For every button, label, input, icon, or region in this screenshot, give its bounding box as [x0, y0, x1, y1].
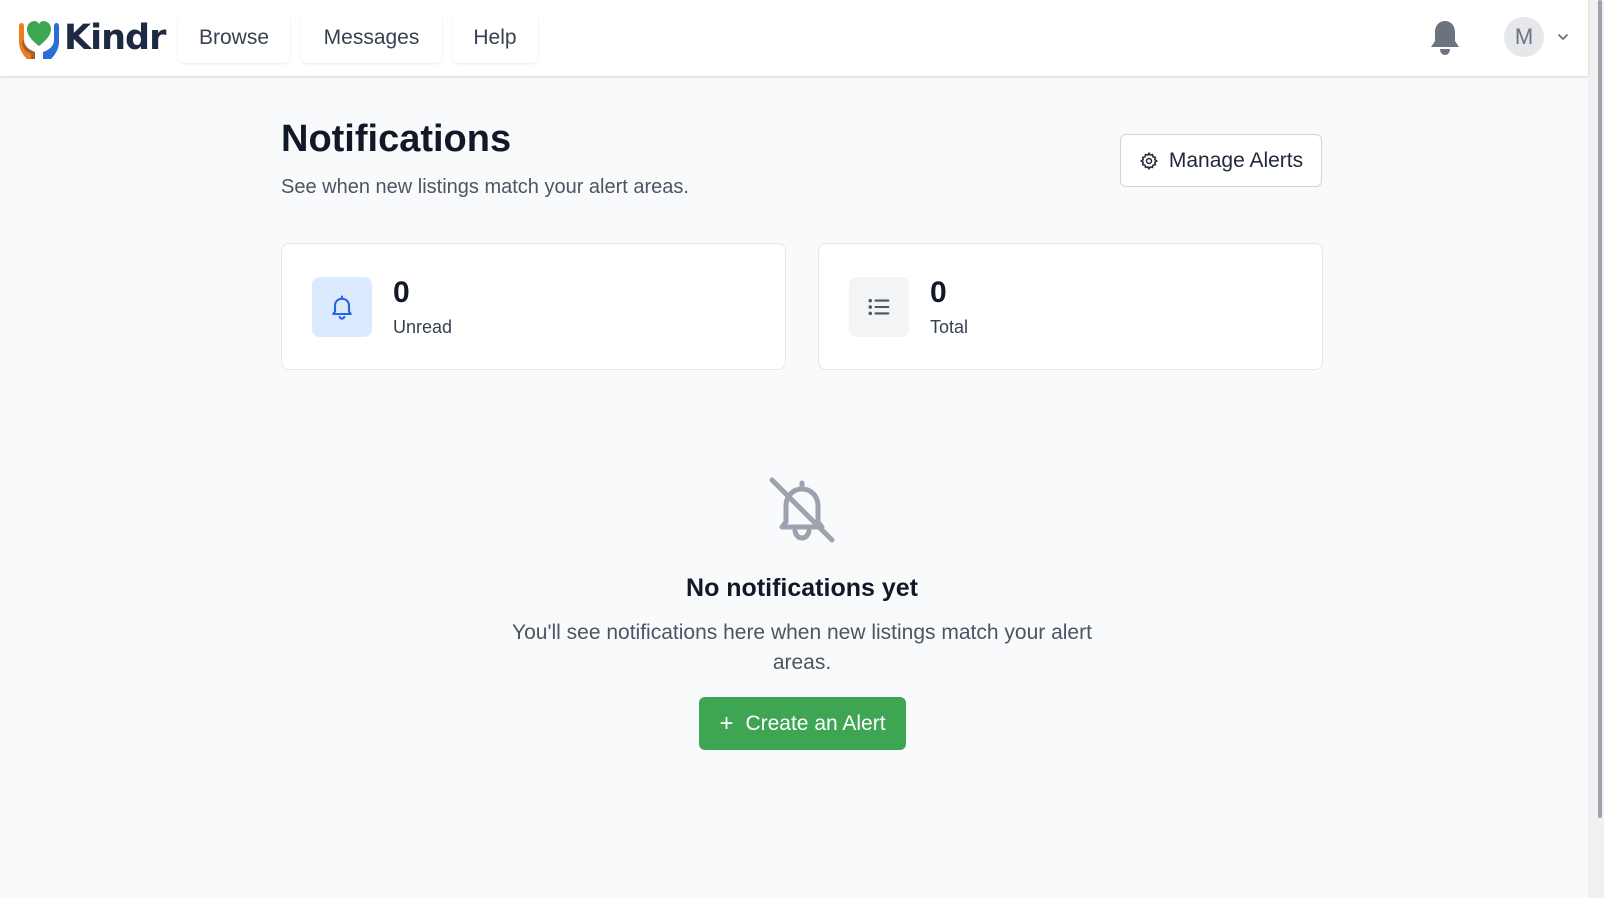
create-alert-button[interactable]: + Create an Alert: [699, 697, 906, 750]
unread-stat-card: 0 Unread: [281, 243, 786, 370]
chevron-down-icon[interactable]: [1556, 30, 1570, 44]
list-icon: [868, 298, 890, 316]
manage-alerts-button[interactable]: Manage Alerts: [1120, 134, 1322, 187]
user-avatar[interactable]: M: [1504, 17, 1544, 57]
total-label: Total: [930, 317, 969, 337]
logo-hands-heart-icon: [19, 21, 59, 59]
unread-count: 0: [393, 276, 410, 309]
nav-browse[interactable]: Browse: [178, 12, 290, 63]
page-subtitle: See when new listings match your alert a…: [281, 176, 689, 198]
page-title: Notifications: [281, 118, 512, 160]
top-navigation-bar: Kindr Browse Messages Help M: [0, 0, 1588, 76]
unread-label: Unread: [393, 317, 453, 337]
bell-off-icon: [769, 477, 835, 543]
unread-icon-badge: [312, 277, 372, 337]
nav-messages[interactable]: Messages: [301, 12, 442, 63]
plus-icon: +: [719, 709, 734, 737]
create-alert-label: Create an Alert: [745, 711, 886, 735]
notifications-bell-icon[interactable]: [1428, 18, 1462, 56]
scrollbar-thumb[interactable]: [1598, 0, 1602, 818]
kindr-logo[interactable]: Kindr: [16, 16, 166, 60]
empty-state-title: No notifications yet: [686, 574, 918, 602]
bell-icon: [332, 295, 352, 320]
page-scrollbar[interactable]: [1588, 0, 1604, 898]
gear-icon: [1140, 151, 1158, 170]
total-icon-badge: [849, 277, 909, 337]
nav-help[interactable]: Help: [452, 12, 538, 63]
total-stat-card: 0 Total: [818, 243, 1323, 370]
brand-name: Kindr: [64, 18, 166, 58]
total-count: 0: [930, 276, 947, 309]
manage-alerts-label: Manage Alerts: [1168, 148, 1304, 172]
empty-state-text: You'll see notifications here when new l…: [512, 621, 1092, 674]
